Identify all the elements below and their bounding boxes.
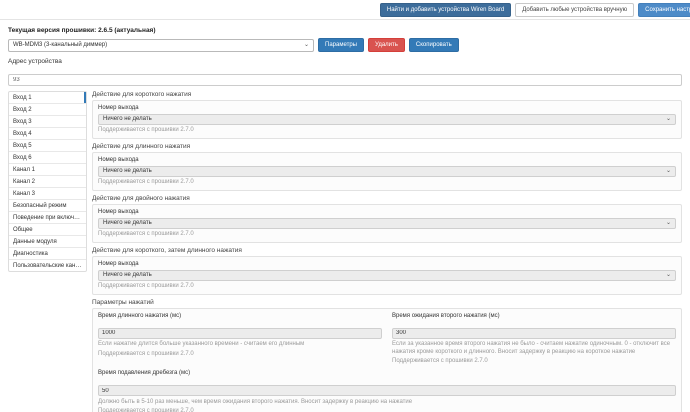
short-press-panel: Номер выхода Ничего не делать ⌄ Поддержи… — [92, 100, 682, 139]
device-config-page: Найти и добавить устройства Wiren Board … — [0, 0, 690, 412]
second-press-wait-field: Время ожидания второго нажатия (мс) Если… — [392, 313, 676, 365]
select-value: Ничего не делать — [103, 168, 152, 174]
device-model-row: WB-MDM3 (3-канальный диммер) ⌄ Параметры… — [8, 38, 682, 52]
double-press-panel: Номер выхода Ничего не делать ⌄ Поддержи… — [92, 204, 682, 243]
device-model-value: WB-MDM3 (3-канальный диммер) — [13, 42, 107, 48]
sidebar-item[interactable]: Вход 1 — [9, 92, 86, 104]
firmware-support-note: Поддерживается с прошивки 2.7.0 — [98, 127, 676, 134]
sidebar-item[interactable]: Канал 3 — [9, 188, 86, 200]
sidebar-item[interactable]: Вход 3 — [9, 116, 86, 128]
firmware-support-note: Поддерживается с прошивки 2.7.0 — [98, 408, 676, 412]
copy-button[interactable]: Скопировать — [409, 38, 459, 52]
long-press-time-field: Время длинного нажатия (мс) Если нажатие… — [98, 313, 382, 365]
output-number-label: Номер выхода — [98, 261, 676, 268]
output-number-label: Номер выхода — [98, 105, 676, 112]
sidebar-item[interactable]: Диагностика — [9, 248, 86, 260]
second-press-wait-input[interactable] — [392, 328, 676, 339]
short-then-long-action-select[interactable]: Ничего не делать ⌄ — [98, 270, 676, 281]
short-press-action-select[interactable]: Ничего не делать ⌄ — [98, 114, 676, 125]
delete-button[interactable]: Удалить — [368, 38, 405, 52]
firmware-support-note: Поддерживается с прошивки 2.7.0 — [98, 351, 382, 358]
select-value: Ничего не делать — [103, 220, 152, 226]
select-value: Ничего не делать — [103, 116, 152, 122]
short-then-long-press-panel: Номер выхода Ничего не делать ⌄ Поддержи… — [92, 256, 682, 295]
select-value: Ничего не делать — [103, 272, 152, 278]
chevron-down-icon: ⌄ — [666, 220, 671, 226]
firmware-version-label: Текущая версия прошивки: 2.6.5 (актуальн… — [8, 27, 682, 34]
firmware-support-note: Поддерживается с прошивки 2.7.0 — [98, 231, 676, 238]
section-title-long-press: Действие для длинного нажатия — [92, 143, 682, 150]
sidebar-item[interactable]: Вход 2 — [9, 104, 86, 116]
firmware-support-note: Поддерживается с прошивки 2.7.0 — [98, 283, 676, 290]
save-settings-button[interactable]: Сохранить настройки — [638, 3, 690, 17]
add-manual-button[interactable]: Добавить любые устройства вручную — [515, 3, 634, 17]
sidebar-item[interactable]: Безопасный режим — [9, 200, 86, 212]
sidebar-item[interactable]: Вход 5 — [9, 140, 86, 152]
long-press-action-select[interactable]: Ничего не делать ⌄ — [98, 166, 676, 177]
chevron-down-icon: ⌄ — [666, 168, 671, 174]
chevron-down-icon: ⌄ — [304, 42, 309, 48]
device-address-input[interactable] — [8, 74, 682, 86]
double-press-action-select[interactable]: Ничего не делать ⌄ — [98, 218, 676, 229]
sidebar-item[interactable]: Вход 4 — [9, 128, 86, 140]
device-header: Текущая версия прошивки: 2.6.5 (актуальн… — [0, 20, 690, 88]
sidebar-item[interactable]: Общее — [9, 224, 86, 236]
sidebar-item[interactable]: Данные модуля — [9, 236, 86, 248]
params-button[interactable]: Параметры — [318, 38, 364, 52]
second-press-wait-label: Время ожидания второго нажатия (мс) — [392, 313, 676, 320]
top-toolbar: Найти и добавить устройства Wiren Board … — [0, 0, 690, 20]
firmware-support-note: Поддерживается с прошивки 2.7.0 — [392, 358, 676, 365]
section-title-short-press: Действие для короткого нажатия — [92, 91, 682, 98]
chevron-down-icon: ⌄ — [666, 116, 671, 122]
firmware-support-note: Поддерживается с прошивки 2.7.0 — [98, 179, 676, 186]
debounce-time-field: Время подавления дребезга (мс) Должно бы… — [98, 370, 676, 412]
main-area: Вход 1 Вход 2 Вход 3 Вход 4 Вход 5 Вход … — [0, 88, 690, 412]
debounce-time-input[interactable] — [98, 385, 676, 396]
press-params-panel: Время длинного нажатия (мс) Если нажатие… — [92, 308, 682, 412]
second-press-wait-helper: Если за указанное время второго нажатия … — [392, 341, 676, 355]
find-devices-button[interactable]: Найти и добавить устройства Wiren Board — [380, 3, 511, 17]
sidebar-item[interactable]: Канал 1 — [9, 164, 86, 176]
long-press-panel: Номер выхода Ничего не делать ⌄ Поддержи… — [92, 152, 682, 191]
sidebar-item[interactable]: Канал 2 — [9, 176, 86, 188]
output-number-label: Номер выхода — [98, 209, 676, 216]
debounce-time-helper: Должно быть в 5-10 раз меньше, чем время… — [98, 399, 676, 406]
debounce-time-label: Время подавления дребезга (мс) — [98, 370, 676, 377]
output-number-label: Номер выхода — [98, 157, 676, 164]
long-press-time-label: Время длинного нажатия (мс) — [98, 313, 382, 320]
sidebar-nav: Вход 1 Вход 2 Вход 3 Вход 4 Вход 5 Вход … — [8, 91, 87, 272]
long-press-time-helper: Если нажатие длится больше указанного вр… — [98, 341, 382, 348]
sidebar-item[interactable]: Вход 6 — [9, 152, 86, 164]
section-title-double-press: Действие для двойного нажатия — [92, 195, 682, 202]
section-title-press-params: Параметры нажатий — [92, 299, 682, 306]
device-address-label: Адрес устройства — [8, 58, 682, 65]
long-press-time-input[interactable] — [98, 328, 382, 339]
content-area: Действие для короткого нажатия Номер вых… — [92, 91, 682, 412]
chevron-down-icon: ⌄ — [666, 272, 671, 278]
sidebar-item[interactable]: Поведение при включении ... — [9, 212, 86, 224]
sidebar-item[interactable]: Пользовательские каналы — [9, 260, 86, 271]
device-model-select[interactable]: WB-MDM3 (3-канальный диммер) ⌄ — [8, 39, 314, 52]
section-title-short-then-long-press: Действие для короткого, затем длинного н… — [92, 247, 682, 254]
